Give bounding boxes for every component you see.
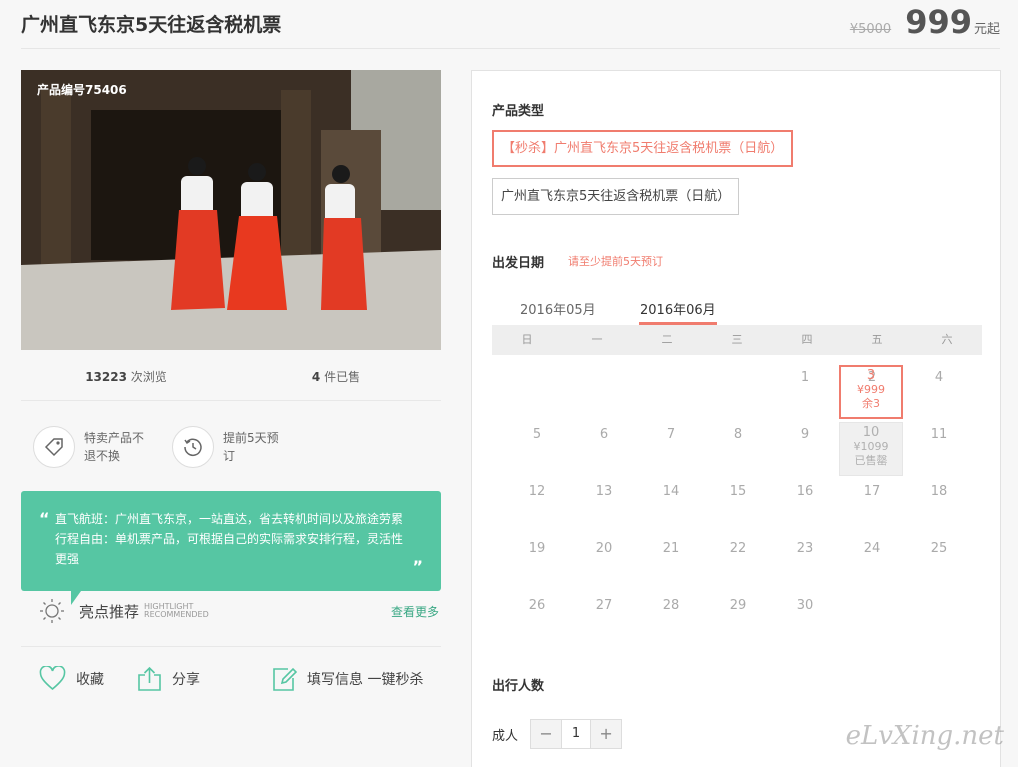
calendar-day: 27	[595, 598, 613, 613]
calendar-day: 1	[800, 370, 810, 385]
original-price: ¥5000	[849, 22, 892, 37]
calendar-day: 18	[930, 484, 948, 499]
watermark: eLvXing.net	[845, 721, 1004, 751]
tag-icon	[33, 426, 75, 468]
share-button[interactable]: 分享	[137, 666, 200, 692]
calendar-day: 19	[528, 541, 546, 556]
calendar-day: 20	[595, 541, 613, 556]
views-stat: 13223 次浏览	[85, 370, 167, 384]
calendar-day-available[interactable]: 3 ¥999 余3	[839, 365, 903, 419]
adult-counter: 成人 − 1 +	[492, 719, 623, 749]
calendar-day: 23	[796, 541, 814, 556]
quantity-input[interactable]: 1	[561, 720, 592, 748]
product-number: 产品编号75406	[37, 83, 127, 97]
calendar-day-sold-out: 10 ¥1099 已售罄	[839, 422, 903, 476]
calendar-day: 24	[863, 541, 881, 556]
calendar-day: 6	[599, 427, 609, 442]
weekday: 二	[661, 333, 673, 346]
plus-button[interactable]: +	[591, 720, 622, 748]
calendar-day: 25	[930, 541, 948, 556]
date-note: 请至少提前5天预订	[568, 255, 663, 268]
quote-close-icon: ”	[412, 557, 423, 576]
calendar-day: 12	[528, 484, 546, 499]
divider	[21, 400, 441, 401]
calendar-day: 30	[796, 598, 814, 613]
date-label: 出发日期	[492, 256, 545, 271]
share-icon	[138, 666, 161, 691]
product-type-option-regular[interactable]: 广州直飞东京5天往返含税机票（日航）	[492, 178, 740, 215]
highlight-title: 亮点推荐	[79, 602, 140, 621]
calendar-day: 14	[662, 484, 680, 499]
calendar-day: 11	[930, 427, 948, 442]
fill-info-button[interactable]: 填写信息 一键秒杀	[271, 666, 423, 692]
calendar-day: 13	[595, 484, 613, 499]
favorite-button[interactable]: 收藏	[39, 666, 104, 691]
weekday-header: 日 一 二 三 四 五 六	[492, 325, 982, 355]
calendar-day: 28	[662, 598, 680, 613]
sun-icon	[40, 599, 64, 623]
calendar-day: 17	[863, 484, 881, 499]
quantity-stepper: − 1 +	[530, 719, 623, 749]
price-block: ¥5000 999 元起	[850, 3, 1000, 41]
minus-button[interactable]: −	[531, 720, 562, 748]
product-type-option-flash[interactable]: 【秒杀】广州直飞东京5天往返含税机票（日航）	[492, 130, 794, 167]
calendar-day: 15	[729, 484, 747, 499]
weekday: 三	[731, 333, 743, 346]
weekday: 四	[801, 333, 813, 346]
product-type-label: 产品类型	[492, 104, 545, 119]
calendar-day: 29	[729, 598, 747, 613]
calendar-day: 22	[729, 541, 747, 556]
calendar-day: 26	[528, 598, 546, 613]
price-unit: 元起	[973, 22, 1000, 37]
quote-open-icon: “	[39, 509, 50, 528]
calendar-day: 16	[796, 484, 814, 499]
weekday: 五	[871, 333, 883, 346]
booking-panel: 产品类型 【秒杀】广州直飞东京5天往返含税机票（日航） 广州直飞东京5天往返含税…	[471, 70, 1001, 767]
divider	[21, 646, 441, 647]
current-price: 999	[905, 3, 972, 41]
highlight-subtitle: HIGHTLIGHT RECOMMENDED	[144, 602, 209, 619]
weekday: 六	[941, 333, 953, 346]
stats-bar: 13223 次浏览 4 件已售	[21, 368, 441, 385]
travelers-label: 出行人数	[492, 679, 545, 694]
heart-icon	[39, 666, 66, 691]
month-tab-june[interactable]: 2016年06月	[639, 299, 717, 326]
edit-icon	[273, 667, 297, 691]
calendar-day: 21	[662, 541, 680, 556]
month-tab-may[interactable]: 2016年05月	[520, 299, 596, 318]
clock-icon	[172, 426, 214, 468]
see-more-link[interactable]: 查看更多	[391, 603, 439, 620]
calendar-day: 7	[666, 427, 676, 442]
feature-no-refund: 特卖产品不退不换	[33, 426, 153, 468]
calendar-day: 4	[934, 370, 944, 385]
product-photo: 产品编号75406	[21, 70, 441, 350]
divider	[21, 48, 1000, 49]
feature-advance-booking: 提前5天预订	[172, 426, 292, 468]
calendar-day: 9	[800, 427, 810, 442]
weekday: 一	[591, 333, 603, 346]
sold-stat: 4 件已售	[311, 370, 361, 384]
highlight-quote: “ 直飞航班：广州直飞东京，一站直达，省去转机时间以及旅途劳累行程自由：单机票产…	[21, 491, 441, 605]
page-title: 广州直飞东京5天往返含税机票	[21, 14, 282, 36]
calendar-day: 5	[532, 427, 542, 442]
highlight-header: 亮点推荐 HIGHTLIGHT RECOMMENDED 查看更多	[39, 598, 439, 624]
calendar-day: 8	[733, 427, 743, 442]
weekday: 日	[521, 333, 533, 346]
